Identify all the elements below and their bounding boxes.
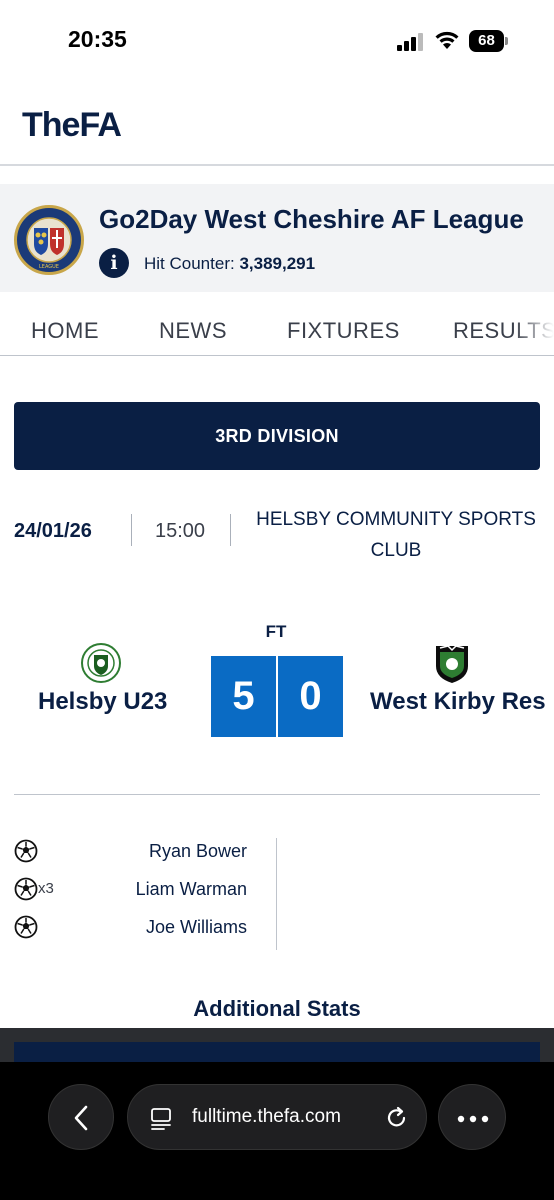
match-status: FT	[265, 622, 287, 641]
browser-toolbar: fulltime.thefa.com	[0, 1062, 554, 1200]
status-bar: 20:35 68	[0, 0, 554, 84]
divider	[131, 514, 132, 546]
league-title[interactable]: Go2Day West Cheshire AF League	[99, 204, 524, 235]
signal-icon	[397, 33, 423, 51]
division-banner: 3RD DIVISION	[14, 402, 540, 470]
football-icon	[14, 915, 38, 939]
scorer-row: Joe Williams	[0, 912, 260, 942]
page-menu-icon[interactable]	[150, 1107, 174, 1131]
info-icon[interactable]: i	[99, 248, 129, 278]
divider	[230, 514, 231, 546]
hit-counter-label: Hit Counter:	[144, 254, 235, 273]
match-date: 24/01/26	[14, 520, 92, 542]
football-icon	[14, 877, 38, 901]
match-info: 24/01/26 15:00 HELSBY COMMUNITY SPORTS C…	[0, 500, 554, 570]
nav-home[interactable]: HOME	[31, 318, 99, 344]
scorers-divider	[276, 838, 277, 950]
goal-scorers: Ryan Bower x3 Liam Warman Joe Williams	[0, 836, 554, 954]
football-icon	[14, 839, 38, 863]
battery-icon: 68	[469, 30, 509, 52]
scorer-row: Ryan Bower	[0, 836, 260, 866]
league-crest-icon: LEAGUE	[14, 205, 84, 275]
reload-icon[interactable]	[384, 1105, 410, 1131]
status-time: 20:35	[68, 26, 127, 52]
nav-scroll-fade	[514, 306, 554, 355]
scorer-name[interactable]: Joe Williams	[146, 917, 247, 938]
site-header: TheFA	[0, 84, 554, 166]
match-venue[interactable]: HELSBY COMMUNITY SPORTS CLUB	[248, 504, 544, 566]
svg-text:LEAGUE: LEAGUE	[39, 264, 59, 270]
chevron-left-icon	[74, 1105, 88, 1131]
away-team-name[interactable]: West Kirby Res	[370, 688, 546, 716]
nav-fixtures[interactable]: FIXTURES	[287, 318, 400, 344]
more-button[interactable]	[438, 1084, 506, 1150]
home-team-name[interactable]: Helsby U23	[38, 688, 167, 716]
additional-stats-heading: Additional Stats	[193, 996, 361, 1021]
home-team-crest-icon	[81, 643, 121, 683]
back-button[interactable]	[48, 1084, 114, 1150]
scorer-name[interactable]: Ryan Bower	[149, 841, 247, 862]
match-time: 15:00	[155, 520, 206, 542]
scorer-row: x3 Liam Warman	[0, 874, 260, 904]
battery-level: 68	[478, 32, 495, 49]
more-dots-icon	[457, 1115, 489, 1123]
address-bar[interactable]: fulltime.thefa.com	[127, 1084, 427, 1150]
main-nav: HOME NEWS FIXTURES RESULTS	[0, 306, 554, 356]
league-header: LEAGUE Go2Day West Cheshire AF League i …	[0, 184, 554, 292]
url-text: fulltime.thefa.com	[192, 1106, 341, 1127]
fa-logo[interactable]: TheFA	[22, 106, 122, 145]
nav-news[interactable]: NEWS	[159, 318, 227, 344]
section-divider	[14, 794, 540, 795]
away-score: 0	[278, 656, 343, 737]
scorer-name[interactable]: Liam Warman	[136, 879, 247, 900]
wifi-icon	[435, 31, 459, 49]
hit-counter: Hit Counter: 3,389,291	[144, 254, 315, 274]
goal-count: x3	[38, 880, 54, 897]
hit-counter-value: 3,389,291	[239, 254, 316, 273]
away-team-crest-icon	[432, 643, 472, 683]
home-score: 5	[211, 656, 276, 737]
